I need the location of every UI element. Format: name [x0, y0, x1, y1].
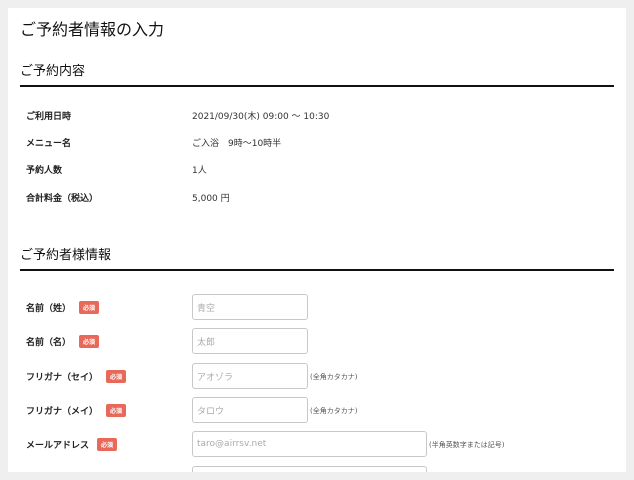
page-title: ご予約者情報の入力 — [20, 20, 165, 39]
customer-section-heading: ご予約者様情報 — [20, 244, 614, 271]
email-confirm-input[interactable] — [192, 466, 427, 472]
reservation-label-menu: メニュー名 — [26, 139, 72, 149]
field-label-text: 名前（姓） — [26, 304, 72, 314]
field-label-first-name-kana: フリガナ（メイ） 必須 — [26, 404, 127, 417]
field-label-first-name: 名前（名） 必須 — [26, 335, 100, 348]
field-label-text: フリガナ（セイ） — [26, 373, 99, 383]
first-name-kana-input[interactable]: タロウ — [192, 397, 308, 423]
last-name-input[interactable]: 青空 — [192, 294, 308, 320]
email-input[interactable]: taro@airrsv.net — [192, 431, 427, 457]
field-label-text: フリガナ（メイ） — [26, 407, 99, 417]
required-badge: 必須 — [79, 335, 100, 348]
reservation-section-heading: ご予約内容 — [20, 60, 614, 87]
reservation-label-datetime: ご利用日時 — [26, 112, 72, 122]
reservation-label-total: 合計料金（税込） — [26, 194, 99, 204]
last-name-kana-input[interactable]: アオゾラ — [192, 363, 308, 389]
required-badge: 必須 — [106, 404, 127, 417]
required-badge: 必須 — [106, 370, 127, 383]
required-badge: 必須 — [97, 438, 118, 451]
reservation-value-people: 1人 — [192, 166, 207, 176]
reservation-label-people: 予約人数 — [26, 166, 63, 176]
field-note-email: (半角英数字または記号) — [429, 441, 505, 449]
field-label-email: メールアドレス 必須 — [26, 438, 118, 451]
field-note-kana: (全角カタカナ) — [310, 373, 358, 381]
field-label-text: 名前（名） — [26, 338, 72, 348]
reservation-value-total: 5,000 円 — [192, 194, 230, 204]
reservation-form-card: ご予約者情報の入力 ご予約内容 ご利用日時 2021/09/30(木) 09:0… — [8, 8, 626, 472]
field-label-text: メールアドレス — [26, 441, 90, 451]
first-name-input[interactable]: 太郎 — [192, 328, 308, 354]
field-note-kana: (全角カタカナ) — [310, 407, 358, 415]
required-badge: 必須 — [79, 301, 100, 314]
reservation-value-datetime: 2021/09/30(木) 09:00 〜 10:30 — [192, 112, 330, 122]
reservation-value-menu: ご入浴 9時〜10時半 — [192, 139, 282, 149]
field-label-last-name-kana: フリガナ（セイ） 必須 — [26, 370, 127, 383]
field-label-last-name: 名前（姓） 必須 — [26, 301, 100, 314]
